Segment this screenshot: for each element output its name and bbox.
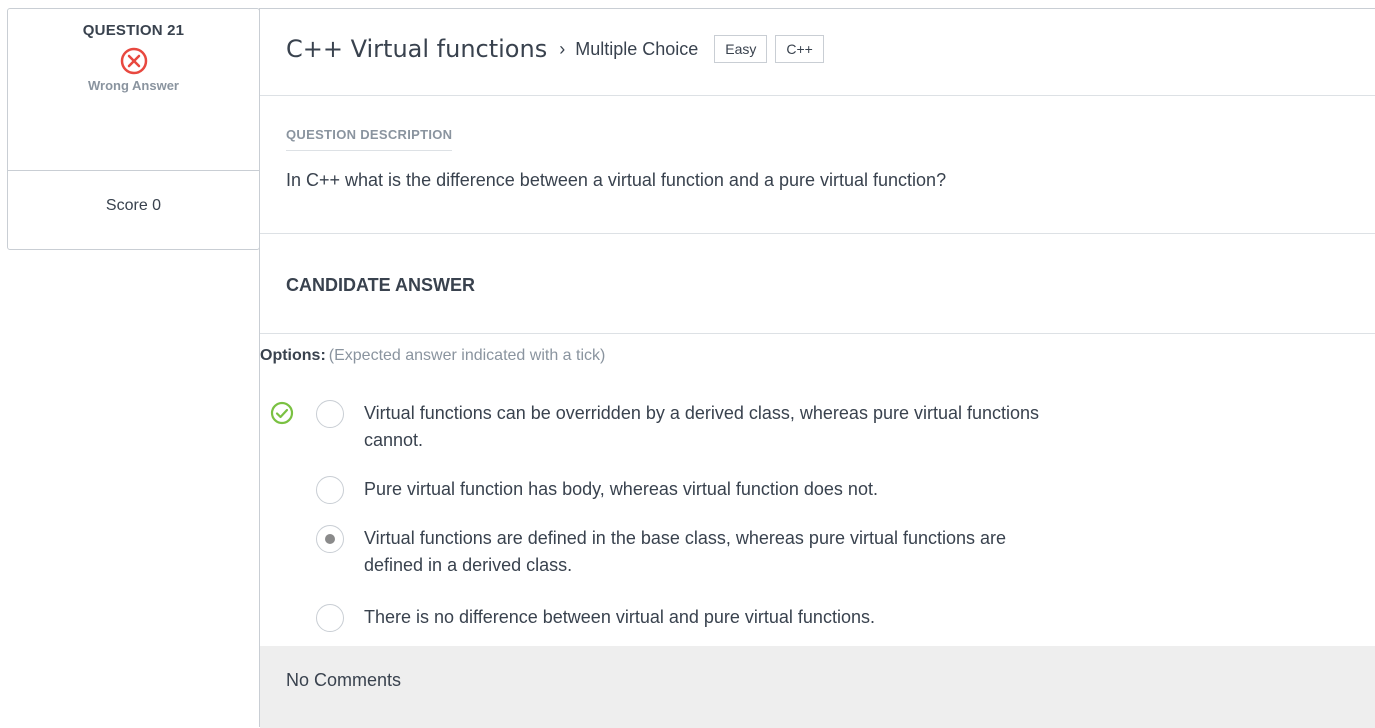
- check-circle-icon: [270, 401, 294, 425]
- option-radio: [316, 604, 344, 632]
- question-detail-panel: C++ Virtual functions › Multiple Choice …: [259, 8, 1375, 728]
- question-number: QUESTION 21: [82, 22, 185, 39]
- chevron-right-icon: ›: [559, 38, 566, 59]
- options-label: Options: (Expected answer indicated with …: [260, 347, 605, 365]
- comments-section: No Comments: [260, 646, 1375, 728]
- x-circle-icon: [120, 47, 147, 75]
- score-value: Score 0: [105, 197, 162, 214]
- option-radio: [316, 400, 344, 428]
- options-label-text: Options:: [260, 347, 326, 364]
- option-radio-selected: [316, 525, 344, 553]
- question-header: C++ Virtual functions › Multiple Choice …: [260, 9, 1375, 96]
- question-title: C++ Virtual functions: [286, 35, 548, 63]
- description-text: In C++ what is the difference between a …: [286, 170, 947, 190]
- question-summary-card: QUESTION 21 Wrong Answer Score 0: [7, 8, 260, 250]
- difficulty-tag: Easy: [714, 35, 768, 63]
- option-text: Virtual functions can be overridden by a…: [364, 403, 1040, 450]
- language-tag: C++: [775, 35, 824, 63]
- candidate-answer-heading: CANDIDATE ANSWER: [260, 234, 1375, 334]
- options-hint: (Expected answer indicated with a tick): [328, 347, 606, 364]
- description-heading: QUESTION DESCRIPTION: [286, 127, 453, 151]
- option-text: Virtual functions are defined in the bas…: [364, 528, 1007, 575]
- option-text: Pure virtual function has body, whereas …: [364, 479, 878, 499]
- option-text: There is no difference between virtual a…: [364, 607, 875, 627]
- answer-status-label: Wrong Answer: [87, 78, 179, 93]
- question-status-section: QUESTION 21 Wrong Answer: [8, 9, 259, 171]
- option-radio: [316, 476, 344, 504]
- question-type: Multiple Choice: [575, 38, 699, 59]
- question-description-section: QUESTION DESCRIPTION In C++ what is the …: [260, 96, 1375, 234]
